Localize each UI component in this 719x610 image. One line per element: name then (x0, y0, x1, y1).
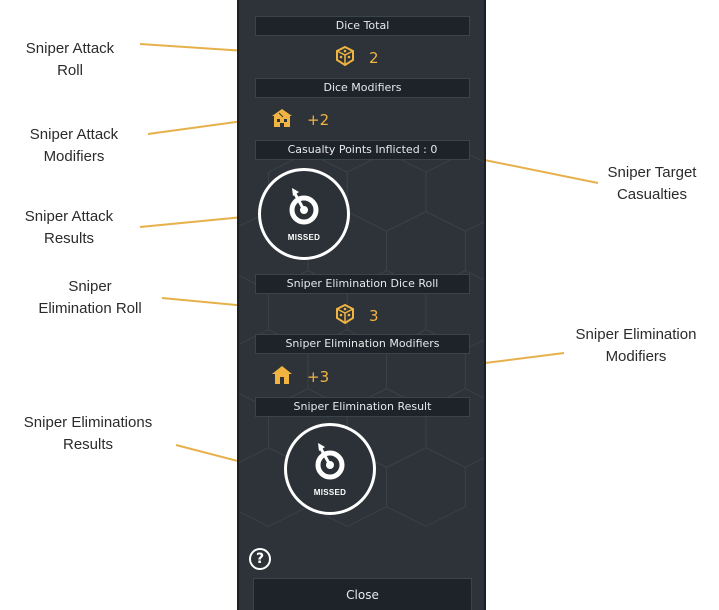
elimination-modifiers-header: Sniper Elimination Modifiers (255, 334, 470, 354)
help-icon[interactable]: ? (249, 548, 271, 570)
attack-result-label: MISSED (287, 233, 321, 242)
annotation-sniper-eliminations-results: Sniper Eliminations Results (0, 412, 176, 456)
elimination-roll-header-label: Sniper Elimination Dice Roll (286, 277, 439, 290)
house-icon (271, 365, 293, 389)
casualty-points-label: Casualty Points Inflicted : 0 (287, 143, 438, 156)
elimination-result-label: MISSED (313, 488, 347, 497)
dice-total-value: 2 (369, 49, 379, 67)
elimination-modifiers-row: +3 (271, 365, 329, 389)
dice-total-row: 2 (335, 45, 379, 70)
elimination-result-header-label: Sniper Elimination Result (293, 400, 432, 413)
annotation-text: Sniper Elimination Modifiers (575, 326, 697, 365)
close-button[interactable]: Close (253, 578, 472, 610)
help-icon-glyph: ? (255, 551, 265, 567)
annotation-sniper-elimination-roll: Sniper Elimination Roll (20, 276, 160, 320)
elimination-roll-header: Sniper Elimination Dice Roll (255, 274, 470, 294)
annotation-sniper-attack-results: Sniper Attack Results (4, 206, 134, 250)
casualty-points-bar: Casualty Points Inflicted : 0 (255, 140, 470, 160)
dice-total-header-label: Dice Total (335, 19, 390, 32)
annotation-text: Sniper Attack Results (24, 208, 114, 247)
dice-modifiers-header: Dice Modifiers (255, 78, 470, 98)
annotation-text: Sniper Attack Roll (25, 40, 115, 79)
target-arrow-icon (310, 441, 350, 486)
target-arrow-icon (284, 186, 324, 231)
annotation-text: Sniper Eliminations Results (23, 414, 153, 453)
dice-icon (335, 303, 355, 328)
annotation-text: Sniper Elimination Roll (38, 278, 142, 317)
elimination-result-badge: MISSED (284, 423, 376, 515)
annotation-text: Sniper Target Casualties (607, 164, 697, 203)
elimination-modifiers-value: +3 (307, 368, 330, 386)
elimination-modifiers-header-label: Sniper Elimination Modifiers (285, 337, 440, 350)
elimination-result-header: Sniper Elimination Result (255, 397, 470, 417)
dice-modifiers-header-label: Dice Modifiers (323, 81, 402, 94)
damaged-building-icon (271, 108, 293, 132)
dice-total-header: Dice Total (255, 16, 470, 36)
dice-modifiers-value: +2 (307, 111, 330, 129)
close-button-label: Close (346, 588, 379, 602)
annotation-text: Sniper Attack Modifiers (29, 126, 119, 165)
dice-icon (335, 45, 355, 70)
sniper-combat-panel: Dice Total 2 Dice Modifiers +2 Casualty … (237, 0, 486, 610)
annotation-sniper-attack-roll: Sniper Attack Roll (10, 38, 130, 82)
annotation-sniper-target-casualties: Sniper Target Casualties (596, 162, 708, 206)
dice-modifiers-row: +2 (271, 108, 329, 132)
elimination-roll-row: 3 (335, 303, 379, 328)
attack-result-badge: MISSED (258, 168, 350, 260)
elimination-roll-value: 3 (369, 307, 379, 325)
annotation-sniper-elimination-modifiers: Sniper Elimination Modifiers (556, 324, 716, 368)
annotation-sniper-attack-modifiers: Sniper Attack Modifiers (4, 124, 144, 168)
